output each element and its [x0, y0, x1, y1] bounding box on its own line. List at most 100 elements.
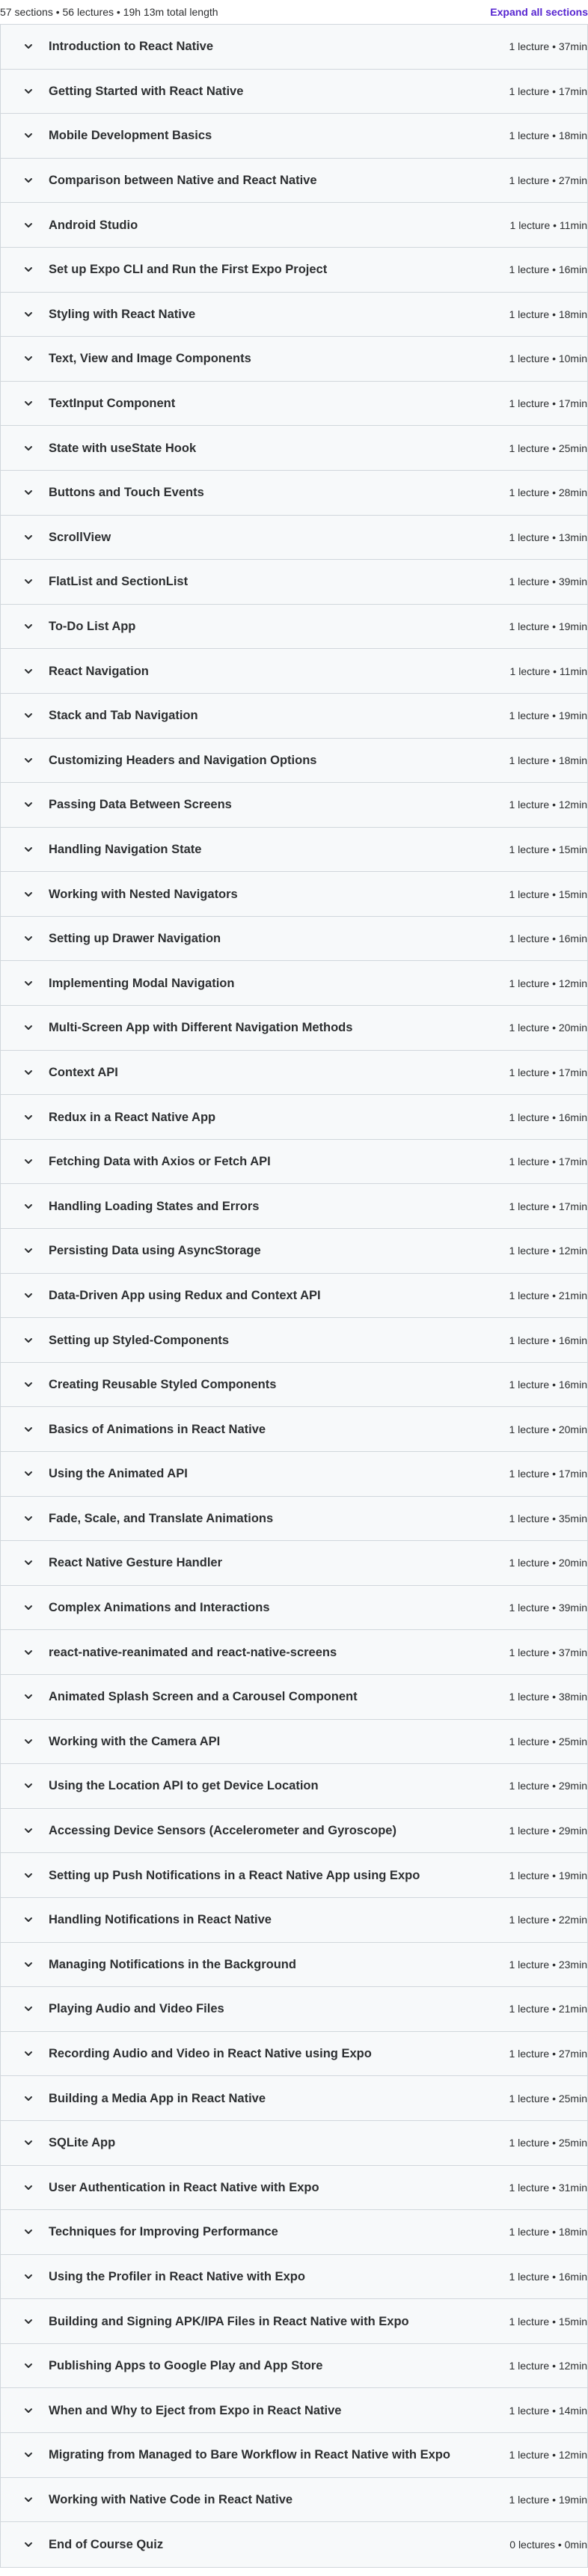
section-row[interactable]: Fade, Scale, and Translate Animations 1 l… [1, 1496, 587, 1542]
section-row[interactable]: Building and Signing APK/IPA Files in Re… [1, 2299, 587, 2344]
section-row[interactable]: Handling Loading States and Errors 1 lect… [1, 1184, 587, 1230]
section-row[interactable]: Buttons and Touch Events 1 lecture • 28mi… [1, 470, 587, 516]
section-row[interactable]: Introduction to React Native 1 lecture • … [1, 25, 587, 70]
section-row[interactable]: Animated Splash Screen and a Carousel Co… [1, 1674, 587, 1720]
section-row[interactable]: Handling Notifications in React Native 1 … [1, 1897, 587, 1943]
section-row[interactable]: Complex Animations and Interactions 1 lec… [1, 1585, 587, 1631]
section-row[interactable]: Customizing Headers and Navigation Optio… [1, 738, 587, 784]
section-row[interactable]: Android Studio 1 lecture • 11min [1, 203, 587, 248]
section-row[interactable]: Set up Expo CLI and Run the First Expo P… [1, 247, 587, 293]
section-title: React Navigation [49, 664, 149, 678]
section-row[interactable]: Publishing Apps to Google Play and App S… [1, 2343, 587, 2389]
section-meta: 1 lecture • 12min [509, 977, 587, 989]
section-row[interactable]: Comparison between Native and React Nati… [1, 158, 587, 204]
section-title: Context API [49, 1065, 118, 1079]
section-meta: 1 lecture • 18min [509, 2226, 587, 2238]
section-row[interactable]: Working with the Camera API 1 lecture • 2… [1, 1719, 587, 1765]
section-row[interactable]: To-Do List App 1 lecture • 19min [1, 604, 587, 650]
section-row[interactable]: Fetching Data with Axios or Fetch API 1 l… [1, 1139, 587, 1185]
section-meta: 1 lecture • 39min [509, 576, 587, 588]
section-row[interactable]: Implementing Modal Navigation 1 lecture •… [1, 961, 587, 1007]
section-row[interactable]: Passing Data Between Screens 1 lecture • … [1, 783, 587, 828]
section-row[interactable]: Persisting Data using AsyncStorage 1 lect… [1, 1229, 587, 1274]
section-meta: 1 lecture • 27min [509, 174, 587, 187]
section-row[interactable]: State with useState Hook 1 lecture • 25mi… [1, 426, 587, 471]
section-meta: 1 lecture • 25min [509, 2137, 587, 2149]
section-row[interactable]: Recording Audio and Video in React Nativ… [1, 2031, 587, 2077]
section-row[interactable]: Setting up Push Notifications in a React… [1, 1853, 587, 1898]
section-meta: 1 lecture • 38min [509, 1691, 587, 1703]
chevron-down-icon [23, 2316, 34, 2327]
section-row[interactable]: Getting Started with React Native 1 lectu… [1, 69, 587, 115]
section-title: SQLite App [49, 2136, 116, 2150]
section-meta: 1 lecture • 31min [509, 2181, 587, 2194]
section-row[interactable]: Basics of Animations in React Native 1 le… [1, 1407, 587, 1452]
section-row[interactable]: End of Course Quiz 0 lectures • 0min [1, 2522, 587, 2567]
section-meta: 1 lecture • 21min [509, 2003, 587, 2015]
section-title: Passing Data Between Screens [49, 798, 232, 812]
section-meta: 1 lecture • 16min [509, 2270, 587, 2283]
chevron-down-icon [23, 1647, 34, 1658]
section-row[interactable]: Techniques for Improving Performance 1 le… [1, 2210, 587, 2255]
section-title: Text, View and Image Components [49, 352, 251, 366]
section-row[interactable]: Stack and Tab Navigation 1 lecture • 19mi… [1, 693, 587, 739]
section-row[interactable]: FlatList and SectionList 1 lecture • 39mi… [1, 560, 587, 605]
section-title: TextInput Component [49, 397, 176, 411]
expand-all-sections-button[interactable]: Expand all sections [490, 6, 588, 18]
section-row[interactable]: Handling Navigation State 1 lecture • 15m… [1, 827, 587, 873]
section-meta: 1 lecture • 12min [509, 2449, 587, 2461]
section-row[interactable]: ScrollView 1 lecture • 13min [1, 515, 587, 561]
chevron-down-icon [23, 1335, 34, 1346]
section-row[interactable]: Text, View and Image Components 1 lecture… [1, 337, 587, 382]
section-meta: 1 lecture • 18min [509, 129, 587, 142]
section-title: Accessing Device Sensors (Accelerometer … [49, 1824, 396, 1838]
section-row[interactable]: Playing Audio and Video Files 1 lecture •… [1, 1987, 587, 2032]
section-row[interactable]: Mobile Development Basics 1 lecture • 18m… [1, 114, 587, 159]
section-row[interactable]: Redux in a React Native App 1 lecture • 1… [1, 1095, 587, 1140]
section-row[interactable]: Working with Nested Navigators 1 lecture … [1, 872, 587, 917]
section-row[interactable]: Setting up Styled-Components 1 lecture • … [1, 1318, 587, 1363]
section-title: Data-Driven App using Redux and Context … [49, 1288, 321, 1302]
section-meta: 1 lecture • 39min [509, 1602, 587, 1614]
section-row[interactable]: Using the Location API to get Device Loc… [1, 1764, 587, 1809]
section-row[interactable]: Managing Notifications in the Background… [1, 1942, 587, 1988]
chevron-down-icon [23, 576, 34, 587]
section-row[interactable]: Building a Media App in React Native 1 le… [1, 2076, 587, 2121]
chevron-down-icon [23, 2048, 34, 2059]
section-row[interactable]: User Authentication in React Native with… [1, 2165, 587, 2211]
section-title: Implementing Modal Navigation [49, 976, 235, 990]
section-title: When and Why to Eject from Expo in React… [49, 2403, 342, 2417]
section-row[interactable]: When and Why to Eject from Expo in React… [1, 2388, 587, 2434]
section-row[interactable]: react-native-reanimated and react-native… [1, 1630, 587, 1675]
chevron-down-icon [23, 1156, 34, 1167]
chevron-down-icon [23, 1067, 34, 1078]
section-row[interactable]: Using the Animated API 1 lecture • 17min [1, 1452, 587, 1497]
section-title: Working with the Camera API [49, 1734, 221, 1748]
section-row[interactable]: SQLite App 1 lecture • 25min [1, 2120, 587, 2166]
section-row[interactable]: Multi-Screen App with Different Navigati… [1, 1006, 587, 1051]
chevron-down-icon [23, 889, 34, 900]
chevron-down-icon [23, 264, 34, 275]
chevron-down-icon [23, 353, 34, 364]
section-row[interactable]: React Native Gesture Handler 1 lecture • … [1, 1541, 587, 1586]
section-row[interactable]: Using the Profiler in React Native with … [1, 2254, 587, 2300]
chevron-down-icon [23, 2226, 34, 2237]
section-row[interactable]: Accessing Device Sensors (Accelerometer … [1, 1808, 587, 1854]
section-row[interactable]: Setting up Drawer Navigation 1 lecture • … [1, 916, 587, 962]
section-meta: 1 lecture • 19min [509, 1869, 587, 1881]
section-row[interactable]: React Navigation 1 lecture • 11min [1, 649, 587, 694]
chevron-down-icon [23, 398, 34, 409]
section-meta: 1 lecture • 21min [509, 1289, 587, 1301]
section-title: Stack and Tab Navigation [49, 709, 198, 723]
section-row[interactable]: Working with Native Code in React Native… [1, 2477, 587, 2523]
section-title: Handling Loading States and Errors [49, 1199, 260, 1213]
section-meta: 1 lecture • 25min [509, 2092, 587, 2105]
section-row[interactable]: Migrating from Managed to Bare Workflow … [1, 2433, 587, 2478]
section-row[interactable]: Creating Reusable Styled Components 1 lec… [1, 1362, 587, 1408]
section-row[interactable]: Data-Driven App using Redux and Context … [1, 1273, 587, 1319]
section-row[interactable]: Context API 1 lecture • 17min [1, 1050, 587, 1096]
section-meta: 1 lecture • 16min [509, 933, 587, 945]
section-row[interactable]: Styling with React Native 1 lecture • 18m… [1, 292, 587, 338]
section-title: To-Do List App [49, 620, 136, 634]
section-row[interactable]: TextInput Component 1 lecture • 17min [1, 381, 587, 427]
